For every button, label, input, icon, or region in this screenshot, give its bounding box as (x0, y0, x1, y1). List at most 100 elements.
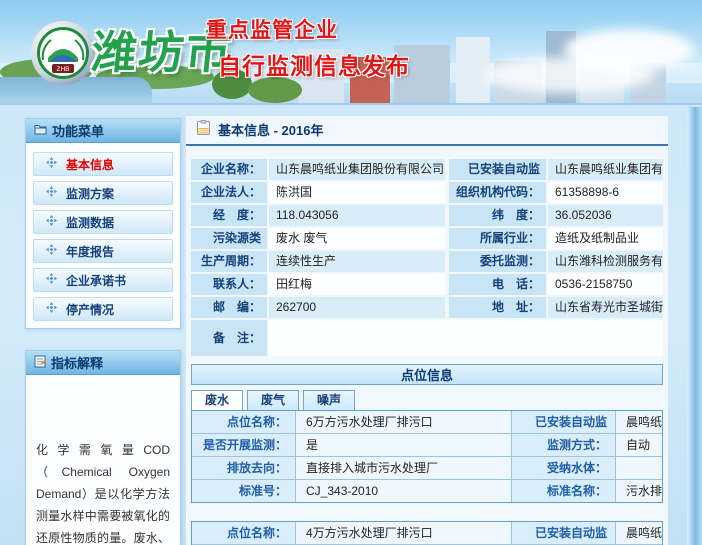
sidebar-item-label: 基本信息 (66, 156, 114, 173)
logo-text: ZHB (57, 66, 70, 73)
field-value: 山东省寿光市圣城街595号 (548, 297, 663, 318)
field-label: 企业法人： (191, 182, 267, 203)
field-label: 联系人： (191, 274, 267, 295)
table-row: 排放去向： 直接排入城市污水处理厂 受纳水体： (192, 457, 662, 480)
site-banner: ZHB 潍坊市 重点监管企业 自行监测信息发布 (0, 0, 702, 105)
field-value: 61358898-6 (548, 182, 663, 203)
sidebar-item-label: 年度报告 (66, 243, 114, 260)
site1-table: 点位名称： 6万方污水处理厂排污口 已安装自动监控： 晨鸣纸业第二污水处理厂 是… (191, 410, 663, 503)
field-value: 山东晨鸣纸业集团股份有限公司 (269, 159, 445, 180)
tab-noise[interactable]: 噪声 (303, 390, 355, 410)
field-value: 118.043056 (269, 205, 445, 226)
field-value: 6万方污水处理厂排污口 (296, 411, 512, 433)
table-row: 是否开展监测： 是 监测方式： 自动 (192, 434, 662, 457)
field-value: 废水 废气 (269, 228, 445, 249)
folder-icon (34, 123, 47, 138)
indicator-header: 指标解释 (26, 351, 180, 375)
remark-row: 备 注： (191, 320, 663, 356)
field-label: 委托监测： (449, 251, 546, 272)
indicator-box: 指标解释 化学需氧量COD（Chemical Oxygen Demand）是以化… (25, 350, 181, 545)
compass-arrows-icon (46, 302, 57, 316)
banner-titles: 重点监管企业 自行监测信息发布 (206, 14, 410, 81)
sidebar-item-commitment[interactable]: 企业承诺书 (33, 268, 173, 292)
field-label: 排放去向： (192, 457, 296, 479)
field-value: 262700 (269, 297, 445, 318)
field-value: 0536-2158750 (548, 274, 663, 295)
field-label: 生产周期： (191, 251, 267, 272)
field-value: 自动 (616, 434, 662, 456)
field-label: 标准名称： (512, 480, 616, 502)
menu-body: 基本信息 监测方案 监测数据 年度报告 (26, 143, 180, 328)
table-row: 点位名称： 4万方污水处理厂排污口 已安装自动监控： 晨鸣纸业第一污水处理厂 (192, 522, 662, 545)
field-value: 4万方污水处理厂排污口 (296, 522, 512, 544)
field-label: 电 话： (449, 274, 546, 295)
compass-arrows-icon (46, 273, 57, 287)
table-row: 标准号： CJ_343-2010 标准名称： 污水排入城镇下水道水质标准 (192, 480, 662, 502)
points-panel-title: 点位信息 (191, 364, 663, 385)
section-header: 基本信息 - 2016年 (186, 116, 668, 146)
field-label: 邮 编： (191, 297, 267, 318)
field-value: 晨鸣纸业第一污水处理厂 (616, 522, 662, 544)
points-tabs: 废水 废气 噪声 (191, 390, 663, 410)
sidebar-item-annual-report[interactable]: 年度报告 (33, 239, 173, 263)
field-label: 备 注： (191, 320, 267, 356)
field-label: 所属行业： (449, 228, 546, 249)
field-value: 田红梅 (269, 274, 445, 295)
table-row: 生产周期： 连续性生产 委托监测： 山东潍科检测服务有限公司 (191, 251, 663, 272)
field-label: 企业名称： (191, 159, 267, 180)
field-value: 直接排入城市污水处理厂 (296, 457, 512, 479)
page-right-edge (687, 107, 702, 545)
field-value: 晨鸣纸业第二污水处理厂 (616, 411, 662, 433)
sidebar-item-monitor-plan[interactable]: 监测方案 (33, 181, 173, 205)
table-row: 点位名称： 6万方污水处理厂排污口 已安装自动监控： 晨鸣纸业第二污水处理厂 (192, 411, 662, 434)
sidebar-item-label: 监测数据 (66, 214, 114, 231)
field-value: 是 (296, 434, 512, 456)
field-value (616, 457, 662, 479)
sidebar-item-monitor-data[interactable]: 监测数据 (33, 210, 173, 234)
field-value: 造纸及纸制品业 (548, 228, 663, 249)
field-value: 36.052036 (548, 205, 663, 226)
field-value (269, 320, 663, 356)
indicator-header-label: 指标解释 (51, 353, 103, 372)
menu-header-label: 功能菜单 (52, 121, 104, 140)
table-row: 经 度： 118.043056 纬 度： 36.052036 (191, 205, 663, 226)
field-label: 已安装自动监控： (449, 159, 546, 180)
field-label: 点位名称： (192, 411, 296, 433)
field-label: 经 度： (191, 205, 267, 226)
sidebar-item-shutdown-status[interactable]: 停产情况 (33, 297, 173, 321)
field-label: 地 址： (449, 297, 546, 318)
compass-arrows-icon (46, 215, 57, 229)
tab-wastewater[interactable]: 废水 (191, 390, 243, 410)
clipboard-icon (196, 120, 211, 139)
table-row: 污染源类型： 废水 废气 所属行业： 造纸及纸制品业 (191, 228, 663, 249)
table-row: 联系人： 田红梅 电 话： 0536-2158750 (191, 274, 663, 295)
field-label: 污染源类型： (191, 228, 267, 249)
banner-title-line2: 自行监测信息发布 (218, 47, 410, 81)
field-label: 已安装自动监控： (512, 522, 616, 544)
epa-logo-icon: ZHB (30, 20, 96, 86)
field-value: 山东晨鸣纸业集团有限公司 (548, 159, 663, 180)
compass-arrows-icon (46, 157, 57, 171)
field-value: 连续性生产 (269, 251, 445, 272)
tab-exhaust-gas[interactable]: 废气 (247, 390, 299, 410)
field-label: 纬 度： (449, 205, 546, 226)
sidebar-item-label: 监测方案 (66, 185, 114, 202)
building (456, 37, 490, 103)
field-value: 山东潍科检测服务有限公司 (548, 251, 663, 272)
menu-header: 功能菜单 (26, 119, 180, 143)
table-row: 邮 编： 262700 地 址： 山东省寿光市圣城街595号 (191, 297, 663, 318)
field-label: 组织机构代码： (449, 182, 546, 203)
field-value: CJ_343-2010 (296, 480, 512, 502)
points-panel: 点位信息 废水 废气 噪声 点位名称： 6万方污水处理厂排污口 已安装自动监控：… (191, 364, 663, 545)
basic-info-table: 企业名称： 山东晨鸣纸业集团股份有限公司 已安装自动监控： 山东晨鸣纸业集团有限… (191, 159, 663, 356)
field-label: 监测方式： (512, 434, 616, 456)
table-row: 企业法人： 陈洪国 组织机构代码： 61358898-6 (191, 182, 663, 203)
field-value: 污水排入城镇下水道水质标准 (616, 480, 662, 502)
main-content: 基本信息 - 2016年 企业名称： 山东晨鸣纸业集团股份有限公司 已安装自动监… (186, 116, 668, 545)
document-pencil-icon (34, 355, 46, 371)
field-label: 点位名称： (192, 522, 296, 544)
cloud (484, 57, 654, 93)
field-label: 是否开展监测： (192, 434, 296, 456)
sidebar-item-basic-info[interactable]: 基本信息 (33, 152, 173, 176)
compass-arrows-icon (46, 244, 57, 258)
